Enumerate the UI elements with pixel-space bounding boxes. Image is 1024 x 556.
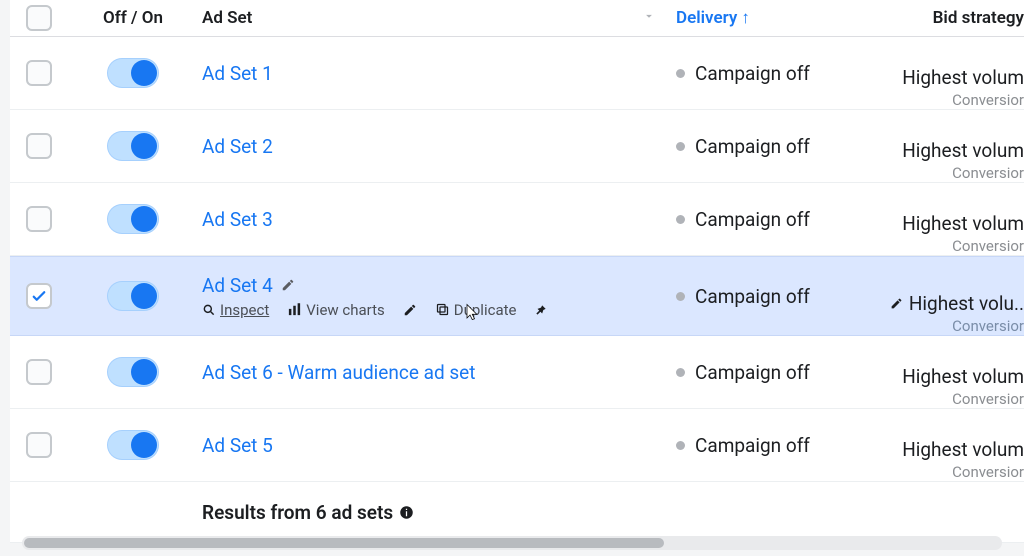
row-toggle[interactable] <box>107 58 159 88</box>
bid-strategy-text: Highest volum <box>884 66 1024 89</box>
row-toggle[interactable] <box>107 357 159 387</box>
table-header: Off / On Ad Set Delivery ↑ Bid strategy <box>10 0 1024 37</box>
header-bid-cell[interactable]: Bid strategy <box>884 8 1024 28</box>
row-checkbox[interactable] <box>26 283 52 309</box>
bid-strategy-subtext: Conversior <box>884 164 1024 182</box>
header-checkbox-cell <box>10 5 68 31</box>
header-toggle-label: Off / On <box>103 8 163 28</box>
bid-strategy-subtext: Conversior <box>884 317 1024 335</box>
view-charts-label: View charts <box>306 301 385 319</box>
header-delivery-label: Delivery <box>676 8 737 28</box>
row-hover-actions: Inspect View charts D <box>202 301 670 319</box>
pencil-icon <box>403 303 417 317</box>
table-row: Ad Set 3 Campaign off Highest volum Conv… <box>10 183 1024 256</box>
magnifier-icon <box>202 303 216 317</box>
delivery-status: Campaign off <box>695 361 810 384</box>
row-checkbox[interactable] <box>26 206 52 232</box>
delivery-status: Campaign off <box>695 434 810 457</box>
table-row: Ad Set 4 Inspect View charts <box>10 256 1024 336</box>
bid-strategy-subtext: Conversior <box>884 463 1024 481</box>
inspect-label: Inspect <box>220 301 269 319</box>
adset-name-link[interactable]: Ad Set 3 <box>202 208 670 231</box>
row-checkbox[interactable] <box>26 60 52 86</box>
duplicate-action[interactable]: Duplicate <box>435 301 517 319</box>
scrollbar-thumb[interactable] <box>24 538 664 548</box>
status-dot-icon <box>676 292 685 301</box>
bid-strategy-subtext: Conversior <box>884 390 1024 408</box>
adset-name-link[interactable]: Ad Set 1 <box>202 62 670 85</box>
adset-name-text: Ad Set 4 <box>202 274 273 297</box>
row-toggle[interactable] <box>107 131 159 161</box>
results-footer: Results from 6 ad sets <box>10 482 1024 543</box>
bid-strategy-subtext: Conversior <box>884 91 1024 109</box>
adset-name-link[interactable]: Ad Set 6 - Warm audience ad set <box>202 361 670 384</box>
pencil-icon[interactable] <box>890 292 903 315</box>
bar-chart-icon <box>287 302 302 317</box>
header-adset-cell[interactable]: Ad Set <box>198 8 670 28</box>
horizontal-scrollbar[interactable] <box>22 536 1002 550</box>
bid-strategy-text: Highest volum <box>884 438 1024 461</box>
view-charts-action[interactable]: View charts <box>287 301 385 319</box>
bid-strategy-text: Highest volum <box>884 212 1024 235</box>
pencil-icon[interactable] <box>281 278 295 292</box>
table-row: Ad Set 6 - Warm audience ad set Campaign… <box>10 336 1024 409</box>
sort-ascending-icon: ↑ <box>741 8 750 28</box>
delivery-status: Campaign off <box>695 285 810 308</box>
header-bid-label: Bid strategy <box>933 8 1024 28</box>
adset-name-link[interactable]: Ad Set 2 <box>202 135 670 158</box>
row-checkbox[interactable] <box>26 133 52 159</box>
status-dot-icon <box>676 368 685 377</box>
table-row: Ad Set 5 Campaign off Highest volum Conv… <box>10 409 1024 482</box>
bid-strategy-text: Highest volu.. <box>884 292 1024 315</box>
header-toggle-cell: Off / On <box>68 8 198 28</box>
bid-strategy-subtext: Conversior <box>884 237 1024 255</box>
status-dot-icon <box>676 215 685 224</box>
duplicate-label: Duplicate <box>454 301 517 319</box>
table-row: Ad Set 1 Campaign off Highest volum Conv… <box>10 37 1024 110</box>
results-summary-text: Results from 6 ad sets <box>202 501 393 524</box>
row-toggle[interactable] <box>107 281 159 311</box>
table-row: Ad Set 2 Campaign off Highest volum Conv… <box>10 110 1024 183</box>
caret-down-icon <box>642 8 656 28</box>
header-delivery-cell[interactable]: Delivery ↑ <box>670 8 884 28</box>
ads-manager-table: Off / On Ad Set Delivery ↑ Bid strategy … <box>0 0 1024 556</box>
delivery-status: Campaign off <box>695 135 810 158</box>
delivery-status: Campaign off <box>695 208 810 231</box>
adset-name-link[interactable]: Ad Set 5 <box>202 434 670 457</box>
row-checkbox[interactable] <box>26 432 52 458</box>
delivery-status: Campaign off <box>695 62 810 85</box>
status-dot-icon <box>676 142 685 151</box>
pin-action[interactable] <box>534 303 548 317</box>
row-checkbox[interactable] <box>26 359 52 385</box>
results-summary: Results from 6 ad sets <box>202 501 670 524</box>
status-dot-icon <box>676 441 685 450</box>
status-dot-icon <box>676 69 685 78</box>
adset-name-link[interactable]: Ad Set 4 <box>202 274 670 297</box>
row-toggle[interactable] <box>107 204 159 234</box>
edit-action[interactable] <box>403 303 417 317</box>
inspect-action[interactable]: Inspect <box>202 301 269 319</box>
bid-strategy-text: Highest volum <box>884 139 1024 162</box>
header-adset-label: Ad Set <box>202 8 252 28</box>
duplicate-icon <box>435 302 450 317</box>
select-all-checkbox[interactable] <box>26 5 52 31</box>
pin-icon <box>534 303 548 317</box>
bid-strategy-text: Highest volum <box>884 365 1024 388</box>
row-toggle[interactable] <box>107 430 159 460</box>
info-icon[interactable] <box>399 505 414 520</box>
